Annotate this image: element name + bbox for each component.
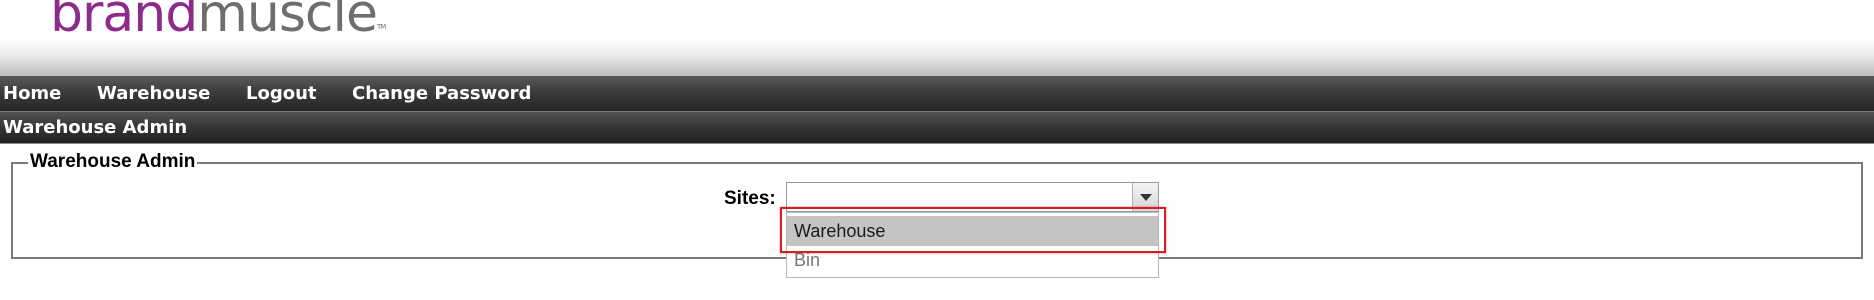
nav-link-warehouse[interactable]: Warehouse [97, 76, 210, 111]
dropdown-option-warehouse[interactable]: Warehouse [787, 216, 1158, 246]
main-nav-bar: Home Warehouse Logout Change Password [0, 76, 1874, 112]
sites-select[interactable] [786, 182, 1159, 212]
sites-label: Sites: [724, 188, 776, 209]
logo-trademark: TM [376, 23, 386, 31]
nav-link-logout[interactable]: Logout [246, 76, 317, 111]
brandmuscle-logo: brandmuscleTM [50, 0, 386, 59]
nav-link-change-password[interactable]: Change Password [352, 76, 531, 111]
logo-muscle-text: muscle [197, 0, 378, 44]
chevron-down-icon[interactable] [1132, 183, 1158, 211]
page-title: Warehouse Admin [3, 117, 188, 138]
dropdown-option-bin[interactable]: Bin [787, 245, 1158, 275]
logo-brand-text: brand [50, 0, 198, 44]
page-title-bar: Warehouse Admin [0, 112, 1874, 144]
nav-link-home[interactable]: Home [3, 76, 61, 111]
page-header: brandmuscleTM [0, 0, 1874, 76]
sites-dropdown-list: Warehouse Bin [786, 212, 1159, 278]
fieldset-legend: Warehouse Admin [28, 151, 198, 173]
